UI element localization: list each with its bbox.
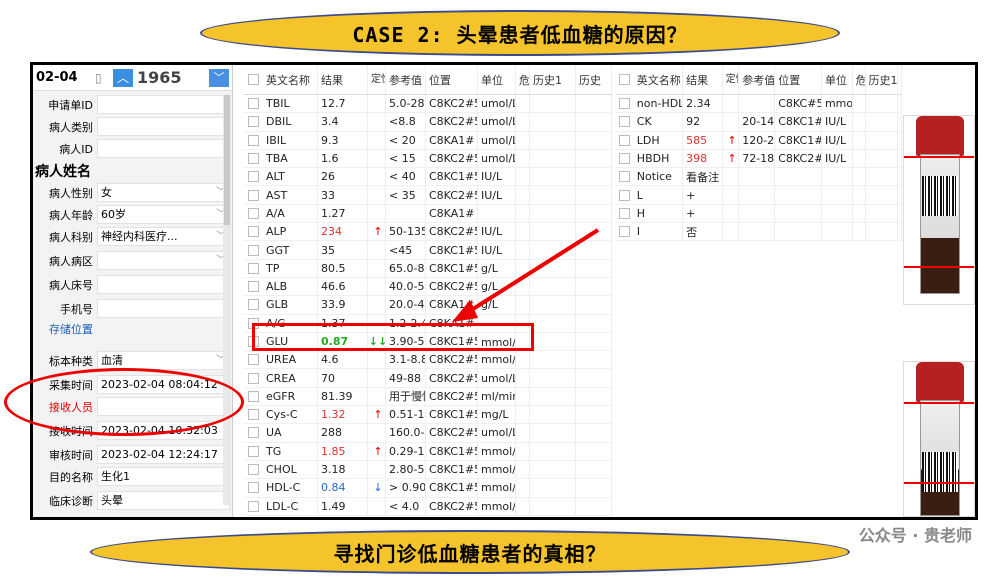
watermark: 公众号 · 贵老师 xyxy=(858,526,972,545)
annotation-arrow xyxy=(452,228,600,322)
slide: CASE 2: 头晕患者低血糖的原因？ 02-04 ▯ ︿ 1965 ﹀ 申请单… xyxy=(0,0,1000,578)
question-banner: 寻找门诊低血糖患者的真相？ xyxy=(90,530,850,574)
